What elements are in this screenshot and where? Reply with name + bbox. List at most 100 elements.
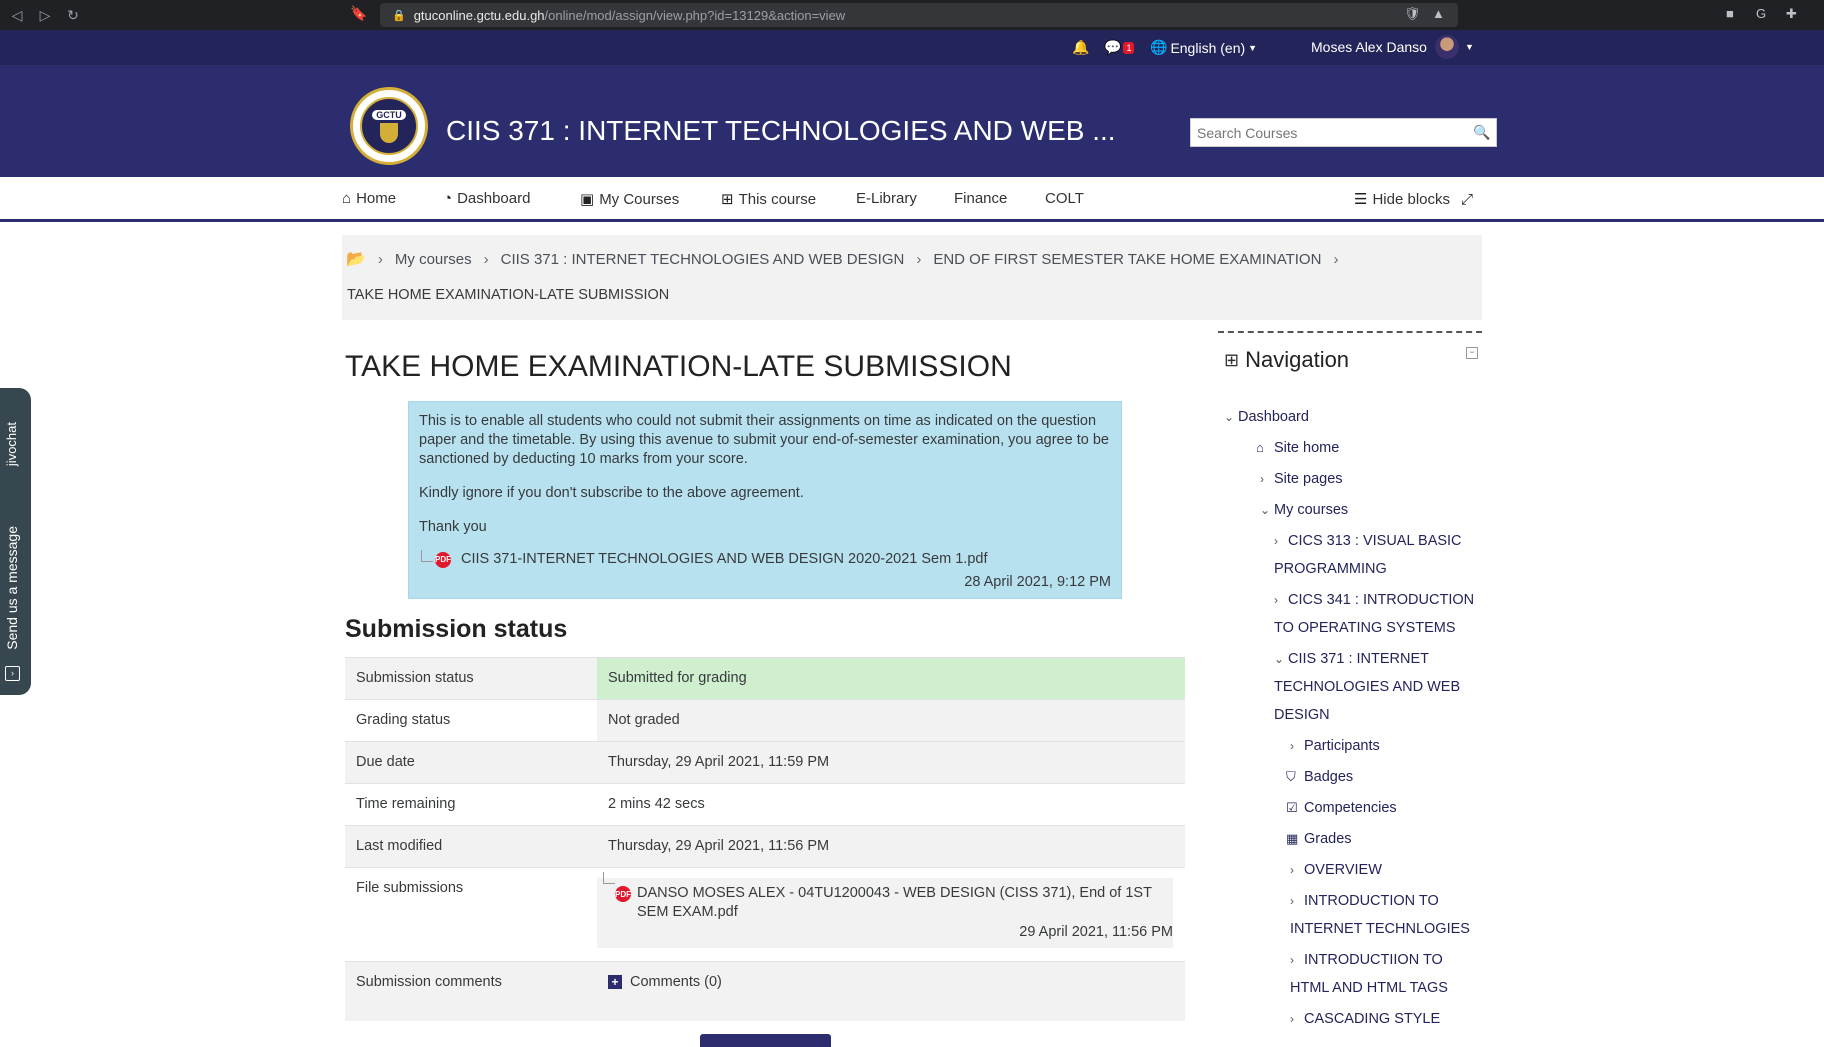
translate-icon[interactable]: G [1756,6,1766,21]
shield-icon: ⛉ [1286,769,1296,784]
edit-submission-button[interactable] [700,1034,831,1047]
nav-tree-css[interactable]: › CASCADING STYLE [1290,1005,1440,1033]
nav-tree-participants[interactable]: › Participants [1290,732,1380,760]
status-value: Not graded [597,699,1185,742]
chevron-right-icon: › [1260,472,1264,486]
nav-this-course[interactable]: ⊞ This course [721,190,817,209]
status-value: 2 mins 42 secs [597,783,1185,826]
chevron-down-icon: ⌄ [1274,652,1285,666]
collapse-icon[interactable]: − [1466,347,1478,359]
breadcrumb-separator: › [916,250,922,268]
nav-finance[interactable]: Finance [954,190,1007,207]
status-label: Due date [345,741,597,784]
breadcrumb-item[interactable]: CIIS 371 : INTERNET TECHNOLOGIES AND WEB… [501,251,905,268]
chevron-right-icon: › [1274,534,1278,548]
comments-toggle[interactable]: + Comments (0) [608,974,1174,990]
language-menu[interactable]: 🌐 English (en) ▼ [1150,39,1257,56]
nav-tree-label: Competencies [1304,800,1397,816]
search-icon[interactable]: 🔍 [1468,124,1496,141]
puzzle-icon[interactable]: ✚ [1786,6,1797,22]
extension-icon[interactable]: ■ [1726,6,1734,21]
navigation-block: ⊞ Navigation − ⌄ Dashboard ⌂ Site home ›… [1218,331,1482,1027]
messages-button[interactable]: 💬 1 [1104,39,1135,56]
nav-colt[interactable]: COLT [1045,190,1084,207]
table-row: Submission comments + Comments (0) [345,961,1185,1021]
intro-file-link[interactable]: CIIS 371-INTERNET TECHNOLOGIES AND WEB D… [461,550,987,569]
user-menu[interactable]: Moses Alex Danso ▼ [1311,35,1474,59]
search-input[interactable] [1191,119,1468,146]
nav-tree-label[interactable]: PROGRAMMING [1274,555,1387,583]
user-bar: 🔔 💬 1 🌐 English (en) ▼ Moses Alex Danso … [0,30,1824,65]
nav-elibrary[interactable]: E-Library [856,190,917,207]
nav-tree-label[interactable]: INTERNET TECHNLOGIES [1290,915,1470,943]
nav-tree-label-cont: INTERNET TECHNLOGIES [1290,915,1470,943]
table-row: Submission status Submitted for grading [345,657,1185,700]
pdf-icon: PDF [435,551,451,568]
nav-tree-ciis371[interactable]: ⌄ CIIS 371 : INTERNET [1274,645,1429,673]
course-title[interactable]: CIIS 371 : INTERNET TECHNOLOGIES AND WEB… [446,115,1116,147]
chevron-down-icon: ⌄ [1260,503,1271,517]
nav-tree-site-pages[interactable]: › Site pages [1260,465,1343,493]
nav-tree-cics341[interactable]: › CICS 341 : INTRODUCTION [1274,586,1474,614]
notifications-icon[interactable]: 🔔 [1072,39,1089,56]
hide-blocks-button[interactable]: ☰ Hide blocks ⤢ [1354,190,1473,209]
comments-link[interactable]: Comments (0) [630,974,722,990]
brave-shield-icon[interactable]: 🛡 [1404,6,1421,22]
nav-my-courses-label: My Courses [599,190,680,208]
nav-tree-site-home[interactable]: ⌂ Site home [1256,434,1339,462]
nav-tree-intro-html[interactable]: › INTRODUCTIION TO [1290,946,1443,974]
forward-icon[interactable]: ▷ [34,4,56,26]
nav-tree-cics313[interactable]: › CICS 313 : VISUAL BASIC [1274,527,1462,555]
brave-rewards-icon[interactable]: ▲ [1432,6,1445,21]
status-label: Time remaining [345,783,597,826]
breadcrumb-separator: › [483,250,489,268]
message-icon: › [5,666,20,681]
nav-tree-label[interactable]: TO OPERATING SYSTEMS [1274,614,1456,642]
nav-tree-label[interactable]: HTML AND HTML TAGS [1290,974,1448,1002]
nav-tree-dashboard[interactable]: ⌄ Dashboard [1224,403,1309,431]
nav-tree-grades[interactable]: ▦ Grades [1286,825,1352,853]
table-row: File submissions PDF DANSO MOSES ALEX - … [345,867,1185,962]
jivochat-tab[interactable]: jivochat Send us a message › [0,388,31,695]
breadcrumb-current: TAKE HOME EXAMINATION-LATE SUBMISSION [347,287,670,303]
nav-tree-label[interactable]: TECHNOLOGIES AND WEB [1274,673,1460,701]
bookmark-icon[interactable]: 🔖 [350,5,367,22]
sitemap-icon: ⊞ [721,191,734,208]
nav-my-courses[interactable]: ▣ My Courses [580,190,680,209]
submitted-file-link[interactable]: DANSO MOSES ALEX - 04TU1200043 - WEB DES… [613,884,1173,922]
breadcrumb-item[interactable]: My courses [395,251,472,268]
nav-tree-my-courses[interactable]: ⌄ My courses [1260,496,1348,524]
submitted-file-date: 29 April 2021, 11:56 PM [1019,924,1173,940]
jivochat-label: Send us a message [4,526,20,650]
list-icon: ☰ [1354,191,1368,208]
nav-tree-label: Dashboard [1238,409,1309,425]
nav-this-course-label: This course [738,190,817,208]
nav-tree-overview[interactable]: › OVERVIEW [1290,856,1382,884]
nav-tree-label: INTRODUCTION TO [1304,893,1439,909]
course-search: 🔍 [1190,118,1497,147]
nav-tree-label[interactable]: DESIGN [1274,701,1330,729]
back-icon[interactable]: ◁ [6,4,28,26]
status-value: Thursday, 29 April 2021, 11:59 PM [597,741,1185,784]
address-bar[interactable]: 🔒 gtuconline.gctu.edu.gh/online/mod/assi… [380,3,1458,27]
nav-home[interactable]: ⌂ Home [342,190,396,207]
nav-tree-badges[interactable]: ⛉ Badges [1286,763,1353,791]
nav-tree-competencies[interactable]: ☑ Competencies [1286,794,1397,822]
intro-paragraph: This is to enable all students who could… [419,413,1109,467]
breadcrumb-item[interactable]: END OF FIRST SEMESTER TAKE HOME EXAMINAT… [933,251,1321,268]
nav-dashboard[interactable]: ◔ Dashboard [443,190,530,207]
gctu-logo[interactable]: GCTU [350,87,428,165]
url-path: /online/mod/assign/view.php?id=13129&act… [544,7,846,23]
reload-icon[interactable]: ↻ [62,4,84,26]
avatar [1434,35,1459,59]
folder-icon[interactable]: 📂 [346,249,366,269]
status-label: File submissions [345,867,597,962]
expand-icon[interactable]: ⤢ [1461,191,1473,208]
nav-tree-intro-internet[interactable]: › INTRODUCTION TO [1290,887,1439,915]
file-submission-cell: PDF DANSO MOSES ALEX - 04TU1200043 - WEB… [597,867,1185,962]
nav-tree-label: CICS 341 : INTRODUCTION [1288,592,1475,608]
nav-tree-label: CIIS 371 : INTERNET [1288,651,1430,667]
user-name: Moses Alex Danso [1311,39,1427,55]
logo-text: GCTU [372,109,406,120]
chevron-down-icon: ⌄ [1224,410,1235,424]
